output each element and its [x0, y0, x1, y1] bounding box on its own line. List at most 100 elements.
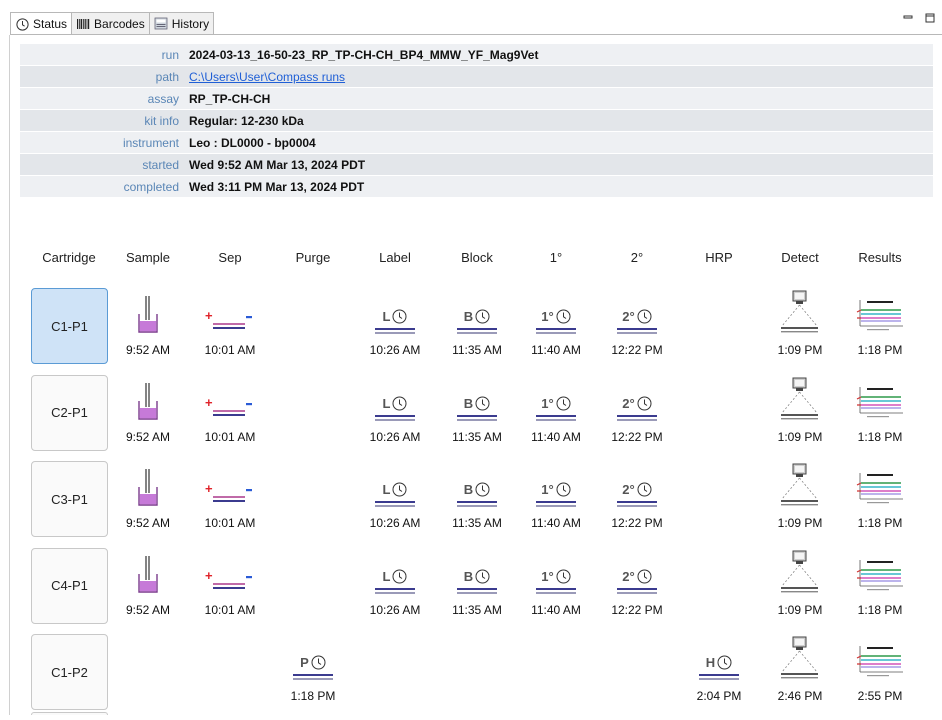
info-row-run: run 2024-03-13_16-50-23_RP_TP-CH-CH_BP4_… [20, 44, 933, 66]
step-time: 11:35 AM [452, 516, 502, 530]
step-cell-2[interactable]: 2° 12:22 PM [597, 375, 677, 455]
cartridge-button[interactable]: C4-P1 [31, 547, 108, 624]
step-time: 9:52 AM [125, 602, 171, 617]
1-step-icon: 1° [516, 552, 596, 594]
step-cell-results[interactable]: 1:18 PM [840, 288, 920, 368]
info-value-started: Wed 9:52 AM Mar 13, 2024 PDT [189, 157, 366, 172]
step-cell-results[interactable]: 1:18 PM [840, 375, 920, 455]
barcode-icon [76, 17, 90, 31]
step-time: 10:01 AM [204, 429, 256, 444]
detect-step-icon [760, 290, 840, 334]
2-step-icon: 2° [597, 292, 677, 334]
step-cell-2[interactable]: 2° 12:22 PM [597, 461, 677, 541]
step-cell-results[interactable]: 1:18 PM [840, 548, 920, 628]
step-cell-sep[interactable]: +10:01 AM [190, 288, 270, 368]
step-cell-purge[interactable]: P 1:18 PM [273, 634, 353, 714]
step-cell-detect[interactable]: 1:09 PM [760, 461, 840, 541]
step-cell-2[interactable]: 2° 12:22 PM [597, 548, 677, 628]
step-time: 1:09 PM [777, 429, 823, 444]
step-cell-sample[interactable]: 9:52 AM [108, 375, 188, 455]
step-time: 12:22 PM [611, 602, 663, 617]
cartridge-button[interactable]: C1-P1 [31, 288, 108, 364]
step-time: 1:18 PM [857, 429, 903, 444]
1-step-icon: 1° [516, 292, 596, 334]
2-step-icon: 2° [597, 552, 677, 594]
path-link[interactable]: C:\Users\User\Compass runs [189, 70, 345, 84]
step-cell-detect[interactable]: 1:09 PM [760, 548, 840, 628]
step-cell-sample[interactable]: 9:52 AM [108, 548, 188, 628]
info-row-completed: completed Wed 3:11 PM Mar 13, 2024 PDT [20, 176, 933, 198]
info-label: instrument [122, 135, 179, 150]
tab-status-label: Status [33, 17, 68, 31]
info-label: completed [123, 179, 179, 194]
results-step-icon [840, 379, 920, 421]
step-cell-block[interactable]: B 11:35 AM [437, 461, 517, 541]
tab-history[interactable]: History [148, 12, 215, 34]
clock-icon [15, 17, 29, 31]
step-time: 1:18 PM [857, 602, 903, 617]
svg-text:+: + [205, 308, 213, 323]
step-cell-detect[interactable]: 1:09 PM [760, 375, 840, 455]
step-cell-label[interactable]: L 10:26 AM [355, 288, 435, 368]
cartridge-row: C4-P1 9:52 AM +10:01 AM L 10:26 AM B 11:35 AM 1… [30, 547, 930, 634]
step-cell-sep[interactable]: +10:01 AM [190, 461, 270, 541]
sep-step-icon: + [190, 552, 270, 594]
step-cell-detect[interactable]: 1:09 PM [760, 288, 840, 368]
info-value-kit-info: Regular: 12-230 kDa [189, 113, 304, 128]
step-cell-sample[interactable]: 9:52 AM [108, 461, 188, 541]
svg-text:+: + [205, 568, 213, 583]
info-label: kit info [144, 113, 179, 128]
step-time: 11:40 AM [531, 343, 581, 357]
sample-step-icon [108, 292, 188, 334]
cartridge-button[interactable]: C3-P1 [31, 461, 108, 537]
tab-bar: Status Barcodes History [0, 0, 942, 35]
info-row-instrument: instrument Leo : DL0000 - bp0004 [20, 132, 933, 154]
step-time: 2:04 PM [696, 689, 742, 703]
step-cell-1[interactable]: 1° 11:40 AM [516, 461, 596, 541]
results-step-icon [840, 638, 920, 680]
step-time: 10:26 AM [369, 429, 421, 444]
step-cell-results[interactable]: 2:55 PM [840, 634, 920, 714]
step-time: 10:26 AM [369, 516, 421, 530]
step-time: 10:26 AM [369, 343, 421, 357]
tab-barcodes[interactable]: Barcodes [71, 12, 150, 34]
step-cell-1[interactable]: 1° 11:40 AM [516, 288, 596, 368]
step-cell-1[interactable]: 1° 11:40 AM [516, 375, 596, 455]
column-header-hrp: HRP [705, 250, 733, 265]
step-cell-sample[interactable]: 9:52 AM [108, 288, 188, 368]
maximize-icon[interactable] [924, 12, 936, 24]
step-cell-label[interactable]: L 10:26 AM [355, 461, 435, 541]
cartridge-button[interactable]: C2-P1 [31, 374, 108, 451]
minimize-icon[interactable] [902, 12, 914, 24]
cartridge-button[interactable]: C1-P2 [31, 634, 108, 710]
window-buttons [902, 12, 936, 24]
step-cell-label[interactable]: L 10:26 AM [355, 548, 435, 628]
info-value-run: 2024-03-13_16-50-23_RP_TP-CH-CH_BP4_MMW_… [189, 47, 539, 62]
step-time: 9:52 AM [125, 343, 171, 357]
tab-status[interactable]: Status [10, 12, 73, 35]
step-cell-1[interactable]: 1° 11:40 AM [516, 548, 596, 628]
step-cell-sep[interactable]: +10:01 AM [190, 375, 270, 455]
step-cell-block[interactable]: B 11:35 AM [437, 375, 517, 455]
cartridge-row: C1-P1 9:52 AM +10:01 AM L 10:26 AM B 11:35 AM 1… [30, 288, 930, 374]
block-step-icon: B [437, 379, 517, 421]
purge-step-icon: P [273, 638, 353, 680]
step-cell-sep[interactable]: +10:01 AM [190, 548, 270, 628]
step-cell-hrp[interactable]: H 2:04 PM [679, 634, 759, 714]
sep-step-icon: + [190, 379, 270, 421]
step-time: 1:09 PM [777, 343, 823, 357]
step-time: 1:09 PM [777, 602, 823, 617]
step-cell-detect[interactable]: 2:46 PM [760, 634, 840, 714]
step-cell-2[interactable]: 2° 12:22 PM [597, 288, 677, 368]
block-step-icon: B [437, 465, 517, 507]
sample-step-icon [108, 379, 188, 421]
step-cell-block[interactable]: B 11:35 AM [437, 548, 517, 628]
column-header-results: Results [858, 250, 902, 265]
info-value-assay: RP_TP-CH-CH [189, 91, 271, 106]
step-time: 12:22 PM [611, 516, 663, 530]
step-cell-label[interactable]: L 10:26 AM [355, 375, 435, 455]
tab-barcodes-label: Barcodes [94, 16, 145, 31]
column-header-cartridge: Cartridge [42, 250, 96, 265]
step-cell-block[interactable]: B 11:35 AM [437, 288, 517, 368]
step-cell-results[interactable]: 1:18 PM [840, 461, 920, 541]
